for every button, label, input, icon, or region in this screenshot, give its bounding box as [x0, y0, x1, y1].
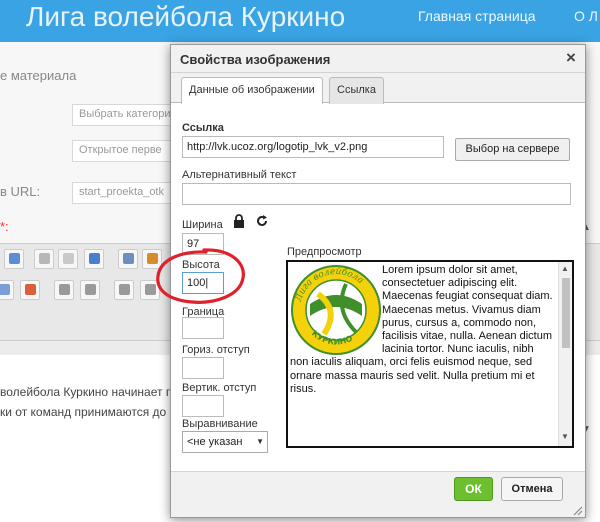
nav-about[interactable]: О Л	[574, 8, 598, 24]
cancel-button[interactable]: Отмена	[501, 477, 563, 501]
toolbar-button[interactable]	[4, 249, 24, 269]
resize-grip-icon[interactable]	[571, 504, 583, 516]
height-label: Высота	[182, 259, 220, 271]
toolbar-button[interactable]	[58, 249, 78, 269]
scroll-down-icon[interactable]: ▼	[561, 432, 569, 441]
preview-area: Lorem ipsum dolor sit amet, consectetuer…	[286, 260, 574, 448]
content-line: волейбола Куркино начинает п	[0, 385, 173, 399]
browse-server-button[interactable]: Выбор на сервере	[455, 138, 570, 161]
preview-scrollbar[interactable]: ▲ ▼	[558, 262, 572, 446]
format-icon	[0, 284, 10, 295]
image-properties-dialog: Свойства изображения × Данные об изображ…	[170, 44, 586, 518]
dialog-titlebar[interactable]: Свойства изображения ×	[171, 45, 585, 73]
align-label: Выравнивание	[182, 418, 258, 430]
ok-button[interactable]: ОК	[454, 477, 493, 501]
toolbar-button[interactable]	[0, 280, 14, 300]
unlink-icon	[63, 253, 74, 264]
link-icon	[39, 253, 50, 264]
vspace-label: Вертик. отступ	[182, 382, 257, 394]
toolbar-button[interactable]	[84, 249, 104, 269]
align-select[interactable]: <не указан ▼	[182, 431, 268, 453]
url-label: в URL:	[0, 184, 41, 199]
toolbar-button[interactable]	[54, 280, 74, 300]
material-label: е материала	[0, 68, 77, 83]
align-select-value: <не указан	[187, 436, 243, 448]
alt-text-label: Альтернативный текст	[182, 169, 297, 181]
tab-image-info[interactable]: Данные об изображении	[181, 77, 323, 105]
flash-icon	[147, 253, 158, 264]
vspace-input[interactable]	[182, 395, 224, 417]
indent-icon	[145, 284, 156, 295]
height-input[interactable]: 100|	[182, 272, 224, 294]
toolbar-button[interactable]	[140, 280, 160, 300]
site-header: Лига волейбола Куркино Главная страница …	[0, 0, 600, 42]
outdent-icon	[119, 284, 130, 295]
content-line: ки от команд принимаются до	[0, 405, 167, 419]
scroll-up-icon[interactable]: ▲	[561, 264, 569, 273]
toolbar-button[interactable]	[114, 280, 134, 300]
table-icon	[25, 284, 36, 295]
toolbar-button[interactable]	[118, 249, 138, 269]
bullet-list-icon	[85, 284, 96, 295]
dialog-title: Свойства изображения	[180, 52, 331, 67]
width-input[interactable]: 97	[182, 233, 224, 255]
toolbar-button[interactable]	[20, 280, 40, 300]
width-label: Ширина	[182, 219, 223, 231]
dialog-body: Ссылка http://lvk.ucoz.org/logotip_lvk_v…	[171, 104, 585, 470]
picture-icon	[123, 253, 134, 264]
close-icon[interactable]: ×	[563, 49, 579, 67]
hspace-label: Гориз. отступ	[182, 344, 250, 356]
toolbar-button[interactable]	[80, 280, 100, 300]
hspace-input[interactable]	[182, 357, 224, 379]
scrollbar-thumb[interactable]	[562, 278, 570, 348]
url-field-label: Ссылка	[182, 122, 224, 134]
dialog-footer: ОК Отмена	[171, 471, 585, 517]
lock-ratio-icon[interactable]	[233, 214, 245, 228]
numbered-list-icon	[59, 284, 70, 295]
chevron-down-icon: ▼	[256, 437, 264, 446]
dialog-tabs: Данные об изображении Ссылка	[171, 73, 585, 105]
reset-size-icon[interactable]	[255, 214, 269, 228]
anchor-icon	[89, 253, 100, 264]
url-input[interactable]: http://lvk.ucoz.org/logotip_lvk_v2.png	[182, 136, 444, 158]
required-mark: *:	[0, 219, 9, 234]
alt-text-input[interactable]	[182, 183, 571, 205]
site-title[interactable]: Лига волейбола Куркино	[26, 1, 345, 33]
image-icon	[9, 253, 20, 264]
border-input[interactable]	[182, 317, 224, 339]
volleyball-league-logo: Лига волейбола КУРКИНО	[291, 265, 381, 355]
tab-link[interactable]: Ссылка	[329, 77, 384, 104]
nav-home[interactable]: Главная страница	[418, 8, 536, 24]
toolbar-button[interactable]	[34, 249, 54, 269]
preview-label: Предпросмотр	[287, 246, 362, 258]
toolbar-button[interactable]	[142, 249, 162, 269]
